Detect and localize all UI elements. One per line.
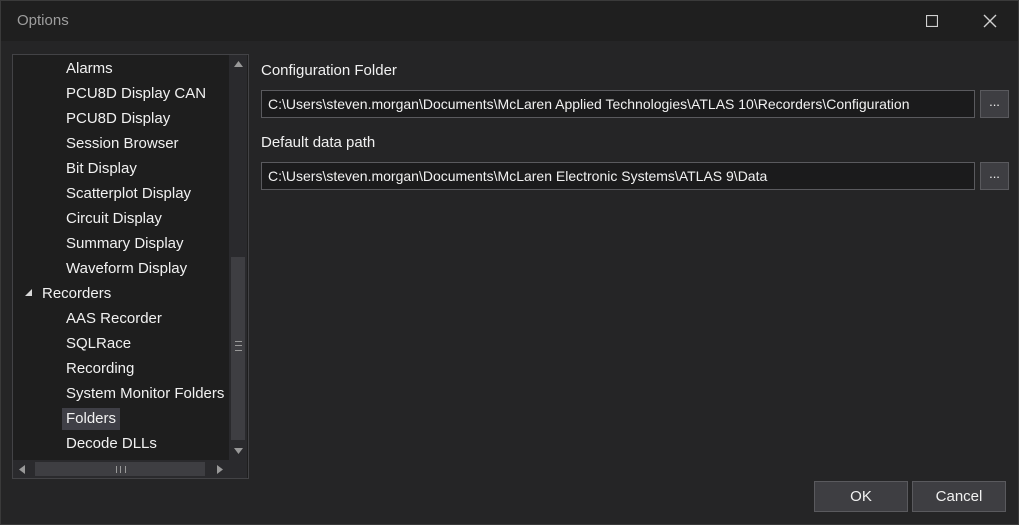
scrollbar-corner [229,460,247,478]
tree-item[interactable]: Decode DLLs [62,433,161,455]
arrow-right-icon [217,464,223,474]
tree-item[interactable]: SQLRace [62,333,135,355]
ok-button[interactable]: OK [814,481,908,512]
options-tree[interactable]: Alarms PCU8D Display CAN PCU8D Display Sess… [12,54,249,479]
arrow-down-icon [233,448,243,454]
vertical-scroll-thumb[interactable] [231,257,245,440]
scroll-left-button[interactable] [13,460,31,478]
scroll-down-button[interactable] [229,442,247,460]
configuration-folder-label: Configuration Folder [261,62,397,79]
close-button[interactable] [967,1,1013,41]
horizontal-scroll-thumb[interactable] [35,462,205,476]
configuration-folder-browse-button[interactable]: ... [980,90,1009,118]
grip-icon [116,466,126,473]
options-dialog: Options Alarms PCU8D Display CAN PCU8D Dis… [0,0,1019,525]
grip-icon [235,341,242,351]
vertical-scrollbar[interactable] [229,55,247,460]
tree-item[interactable]: PCU8D Display CAN [62,83,210,105]
scroll-up-button[interactable] [229,55,247,73]
tree-item[interactable]: Summary Display [62,233,188,255]
default-data-path-label: Default data path [261,134,376,151]
tree-item[interactable]: AAS Recorder [62,308,166,330]
tree-item[interactable]: Waveform Display [62,258,191,280]
tree-item[interactable]: Scatterplot Display [62,183,195,205]
tree-item[interactable]: PCU8D Display [62,108,174,130]
tree-item[interactable]: Bit Display [62,158,141,180]
tree-item[interactable]: Recording [62,358,138,380]
close-icon [983,14,997,28]
arrow-left-icon [19,464,25,474]
tree-item[interactable]: Folders [62,408,121,430]
maximize-icon [926,15,938,27]
tree-item[interactable]: Recorders [38,283,115,305]
tree-item[interactable]: System Monitor Folders [62,383,228,405]
default-data-path-input[interactable]: C:\Users\steven.morgan\Documents\McLaren… [261,162,975,190]
scroll-right-button[interactable] [211,460,229,478]
configuration-folder-input[interactable]: C:\Users\steven.morgan\Documents\McLaren… [261,90,975,118]
title-bar[interactable]: Options [1,1,1018,41]
cancel-button[interactable]: Cancel [912,481,1006,512]
arrow-up-icon [233,61,243,67]
triangle-expanded-icon[interactable] [22,286,34,298]
maximize-button[interactable] [909,1,955,41]
tree-item[interactable]: Circuit Display [62,208,166,230]
window-title: Options [17,12,69,29]
horizontal-scrollbar[interactable] [13,460,229,478]
default-data-path-browse-button[interactable]: ... [980,162,1009,190]
tree-list: Alarms PCU8D Display CAN PCU8D Display Sess… [13,55,229,460]
tree-item[interactable]: Alarms [62,58,117,80]
tree-item[interactable]: Session Browser [62,133,183,155]
